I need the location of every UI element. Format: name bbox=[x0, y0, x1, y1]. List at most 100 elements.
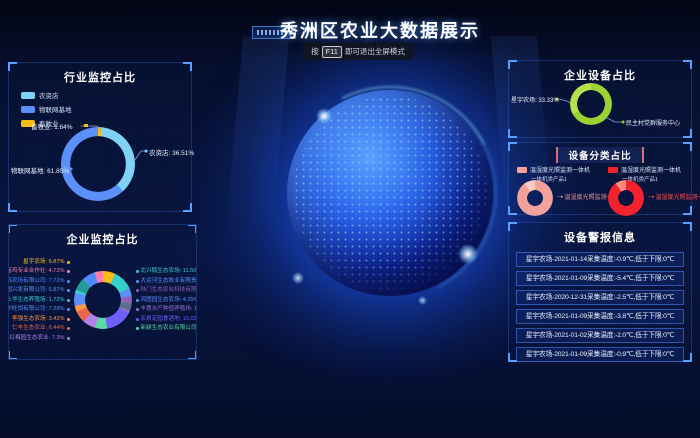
alarm-row: 星宇农场-2021-01-02采集温度:-2.0℃,低于下限:0℃ bbox=[516, 328, 684, 343]
pie-labels-right: 北兴鹅生态农场: 11.50% 大运河生态牧业有限责任公… 陆门生态农业科技有限… bbox=[136, 268, 198, 332]
panel-title: 设备分类占比 bbox=[556, 147, 643, 163]
pie-label: 李强生态农场: 3.42% bbox=[12, 316, 70, 323]
marker-dot bbox=[67, 318, 70, 321]
pie-label-text: 中旺饲有限公司: 7.29% bbox=[8, 306, 65, 313]
tip-suffix: 即可退出全屏模式 bbox=[345, 46, 405, 57]
pie-label: 宏泉定园食酒地: 15.02% bbox=[136, 316, 198, 323]
pie-label: 物联网基地: 61.85% bbox=[11, 165, 68, 175]
device-class-donut-chart[interactable] bbox=[517, 180, 553, 216]
pie-label: 陆门生态农业科技有限公… bbox=[136, 287, 198, 294]
marker-dot bbox=[67, 299, 70, 302]
pie-label: 星宇农场: 6.87% bbox=[23, 259, 69, 266]
panel-device-alarms: 设备警报信息 星宇农场-2021-01-14采集温度:-0.9℃,低于下限:0℃… bbox=[508, 222, 692, 362]
marker-dot bbox=[136, 299, 139, 302]
pie-label-text: 宏泉定园食酒地: 15.02% bbox=[141, 316, 198, 323]
device-class-donut-chart[interactable] bbox=[608, 180, 644, 216]
device-ratio-donut-chart[interactable] bbox=[570, 83, 612, 125]
legend-item[interactable]: 温湿度光照监测一体机 bbox=[608, 165, 691, 174]
alarm-row: 星宇农场-2021-01-14采集温度:-0.9℃,低于下限:0℃ bbox=[516, 252, 684, 267]
arrow-icon: —▸ bbox=[557, 194, 563, 200]
pie-label: 家临农场有限公司: 7.72% bbox=[8, 278, 70, 285]
pie-label-text: 仁丰生态农业: 6.44% bbox=[12, 325, 65, 332]
marker-dot bbox=[136, 318, 139, 321]
panel-enterprise-monitoring: 企业监控占比 星宇农场: 6.87% 秀超苗鸡专业合作社: 4.72% 家 bbox=[8, 224, 197, 360]
enterprise-chart: 星宇农场: 6.87% 秀超苗鸡专业合作社: 4.72% 家临农场有限公司: 7… bbox=[9, 245, 196, 355]
legend-swatch bbox=[517, 167, 527, 173]
glow-dot bbox=[292, 272, 304, 284]
pie-label: 新颖生态农业有限公司: 6.87% bbox=[136, 325, 198, 332]
pie-label-text: 上华生态养殖场: 1.72% bbox=[8, 297, 65, 304]
pie-label: —▸ 温湿度光照监测一… bbox=[648, 192, 700, 201]
marker-dot bbox=[136, 327, 139, 330]
device-class-charts: 温湿度光照监测一体机 一体机类产品1 —▸ 温湿度光照监测一… 温湿度光照监测一… bbox=[509, 164, 691, 216]
pie-label-text: 丰惠水产种值养殖场: 1… bbox=[141, 306, 198, 313]
marker-dot bbox=[67, 289, 70, 292]
pie-label: 畜牧业: 1.64% bbox=[31, 121, 73, 131]
arrow-icon: —▸ bbox=[648, 194, 654, 200]
pie-label: 国兴发有限公司: 6.87% bbox=[8, 287, 70, 294]
legend-swatch bbox=[608, 167, 618, 173]
panel-title: 行业监控占比 bbox=[9, 69, 191, 85]
pie-label: 上华生态养殖场: 1.72% bbox=[8, 297, 70, 304]
glow-dot bbox=[316, 108, 332, 124]
panel-device-classification: 设备分类占比 温湿度光照监测一体机 一体机类产品1 —▸ 温湿度光照监测一… bbox=[508, 142, 692, 215]
pie-label: 丰惠水产种值养殖场: 1… bbox=[136, 306, 198, 313]
pie-label: 大运河生态牧业有限责任公… bbox=[136, 278, 198, 285]
pie-label-text: 大运河生态牧业有限责任公… bbox=[141, 278, 198, 285]
marker-dot bbox=[67, 308, 70, 311]
pie-label-text: 陆门生态农业科技有限公… bbox=[141, 287, 198, 294]
enterprise-donut-chart[interactable] bbox=[74, 271, 132, 329]
legend-label: 物联网基地 bbox=[39, 104, 72, 114]
marker-dot bbox=[136, 289, 139, 292]
panel-title: 企业设备占比 bbox=[509, 67, 691, 83]
pie-label: 中旺饲有限公司: 7.29% bbox=[8, 306, 70, 313]
panel-device-ratio: 企业设备占比 星宇农场: 33.33% 民主村党群服务中心 bbox=[508, 60, 692, 138]
pie-label-text: 新颖生态农业有限公司: 6.87% bbox=[141, 325, 198, 332]
pie-label-text: 国兴发有限公司: 6.87% bbox=[8, 287, 65, 294]
alarm-list: 星宇农场-2021-01-14采集温度:-0.9℃,低于下限:0℃ 星宇农场-2… bbox=[516, 252, 684, 362]
pie-label-text: 北兴鹅生态农场: 11.50% bbox=[141, 268, 198, 275]
pie-label-text: 星宇农场: 6.87% bbox=[23, 259, 64, 266]
legend-label: 温湿度光照监测一体机 bbox=[621, 165, 681, 174]
marker-dot bbox=[67, 270, 70, 273]
legend-swatch bbox=[21, 92, 35, 99]
marker-dot bbox=[136, 308, 139, 311]
industry-donut-chart[interactable] bbox=[61, 127, 135, 201]
alarm-row: 星宇农场-2021-01-09采集温度:-3.8℃,低于下限:0℃ bbox=[516, 309, 684, 324]
alarm-row: 星宇农场-2020-12-31采集温度:-2.5℃,低于下限:0℃ bbox=[516, 290, 684, 305]
tip-prefix: 按 bbox=[311, 46, 319, 57]
pie-label-text: 红梅园生态农业: 7.3% bbox=[9, 335, 64, 342]
legend-item[interactable]: 温湿度光照监测一体机 bbox=[517, 165, 600, 174]
globe-dot-map bbox=[293, 96, 487, 290]
marker-dot bbox=[136, 270, 139, 273]
pie-label-text: 秀超苗鸡专业合作社: 4.72% bbox=[8, 268, 65, 275]
legend-item[interactable]: 物联网基地 bbox=[21, 104, 72, 114]
pie-label: 秀超苗鸡专业合作社: 4.72% bbox=[8, 268, 70, 275]
pie-label: 民主村党群服务中心 bbox=[626, 118, 680, 127]
pie-label: 仁丰生态农业: 6.44% bbox=[12, 325, 70, 332]
device-class-chart: 温湿度光照监测一体机 一体机类产品1 —▸ 温湿度光照监测一… bbox=[600, 164, 691, 216]
pie-label: 北兴鹅生态农场: 11.50% bbox=[136, 268, 198, 275]
marker-dot bbox=[67, 337, 70, 340]
device-class-chart: 温湿度光照监测一体机 一体机类产品1 —▸ 温湿度光照监测一… bbox=[509, 164, 600, 216]
pie-label: 红梅园生态农业: 7.3% bbox=[9, 335, 69, 342]
panel-industry-monitoring: 行业监控占比 农资店 物联网基地 畜牧业 bbox=[8, 62, 192, 212]
legend-item[interactable]: 农资店 bbox=[21, 90, 72, 100]
dashboard: 秀洲区农业大数据展示 按 F11 即可退出全屏模式 行业监控占比 农资店 物联网… bbox=[0, 0, 700, 438]
legend-swatch bbox=[21, 106, 35, 113]
marker-dot bbox=[67, 261, 70, 264]
glow-dot bbox=[418, 296, 427, 305]
legend-label: 农资店 bbox=[39, 90, 59, 100]
pie-label-text: 温湿度光照监测一… bbox=[656, 192, 700, 201]
fullscreen-tip: 按 F11 即可退出全屏模式 bbox=[303, 43, 413, 60]
pie-labels-left: 星宇农场: 6.87% 秀超苗鸡专业合作社: 4.72% 家临农场有限公司: 7… bbox=[8, 259, 70, 342]
marker-dot bbox=[67, 280, 70, 283]
marker-dot bbox=[67, 327, 70, 330]
alarm-row: 星宇农场-2021-01-09采集温度:-5.4℃,低于下限:0℃ bbox=[516, 271, 684, 286]
pie-label: 鸿图园生态农场: 4.29% bbox=[136, 297, 198, 304]
f11-keycap: F11 bbox=[322, 46, 342, 58]
marker-dot bbox=[136, 280, 139, 283]
page-title: 秀洲区农业大数据展示 bbox=[60, 17, 700, 43]
panel-title: 设备警报信息 bbox=[509, 229, 691, 245]
legend-label: 温湿度光照监测一体机 bbox=[530, 165, 590, 174]
